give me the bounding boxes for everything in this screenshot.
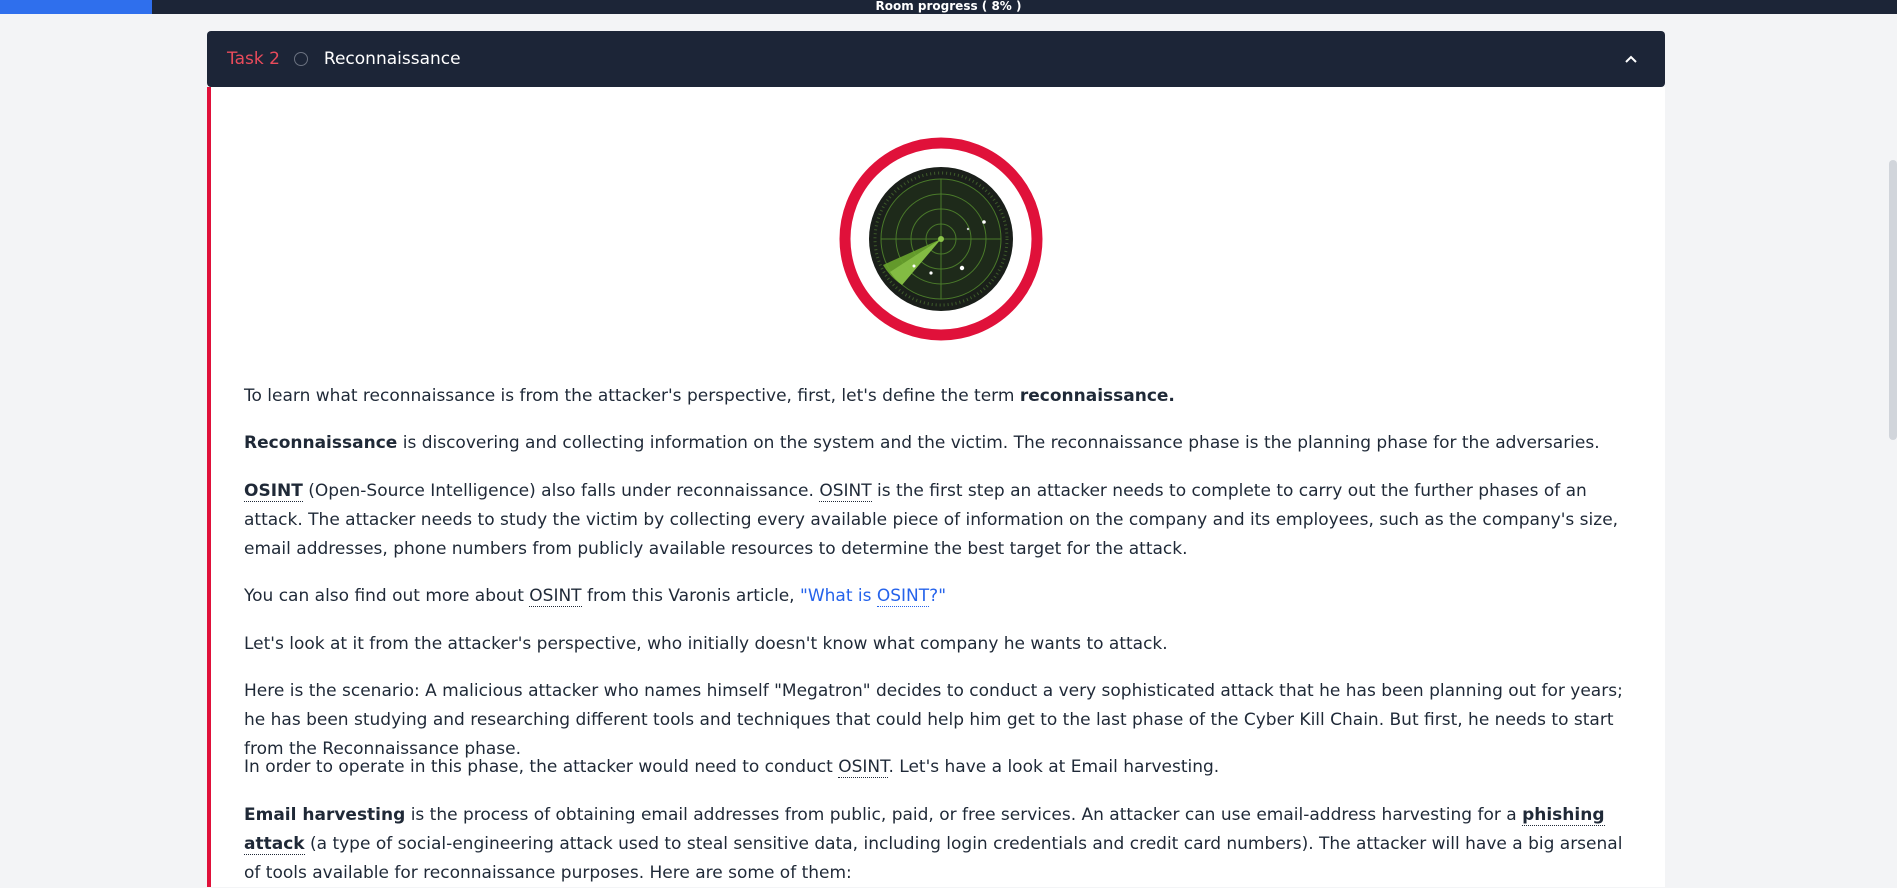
circle-icon [293, 52, 308, 66]
what-is-osint-link[interactable]: "What is OSINT?" [800, 586, 946, 607]
task-header[interactable]: Task 2 Reconnaissance [207, 31, 1665, 87]
osint-abbr: OSINT [819, 481, 872, 502]
paragraph-1: To learn what reconnaissance is from the… [244, 386, 1175, 406]
osint-abbr: OSINT [838, 757, 889, 778]
paragraph-8: Email harvesting is the process of obtai… [244, 805, 1623, 883]
paragraph-7: In order to operate in this phase, the a… [244, 757, 1220, 778]
room-progress-bar: Room progress ( 8% ) [0, 0, 1897, 14]
task-title: Reconnaissance [323, 49, 461, 69]
paragraph-4: You can also find out more about OSINT f… [244, 586, 947, 607]
progress-label: Room progress ( 8% ) [875, 0, 1022, 13]
chevron-up-icon[interactable] [1621, 49, 1641, 69]
paragraph-5: Let's look at it from the attacker's per… [244, 634, 1168, 654]
paragraph-3: OSINT (Open-Source Intelligence) also fa… [244, 481, 1619, 559]
task-number: Task 2 [227, 49, 280, 69]
osint-abbr: OSINT [529, 586, 582, 607]
paragraph-6: Here is the scenario: A malicious attack… [244, 681, 1623, 759]
radar-icon [839, 137, 1043, 341]
paragraph-2: Reconnaissance is discovering and collec… [244, 433, 1600, 453]
osint-abbr: OSINT [244, 481, 303, 502]
task-content: To learn what reconnaissance is from the… [207, 87, 1665, 887]
page-scrollbar[interactable] [1889, 160, 1897, 440]
